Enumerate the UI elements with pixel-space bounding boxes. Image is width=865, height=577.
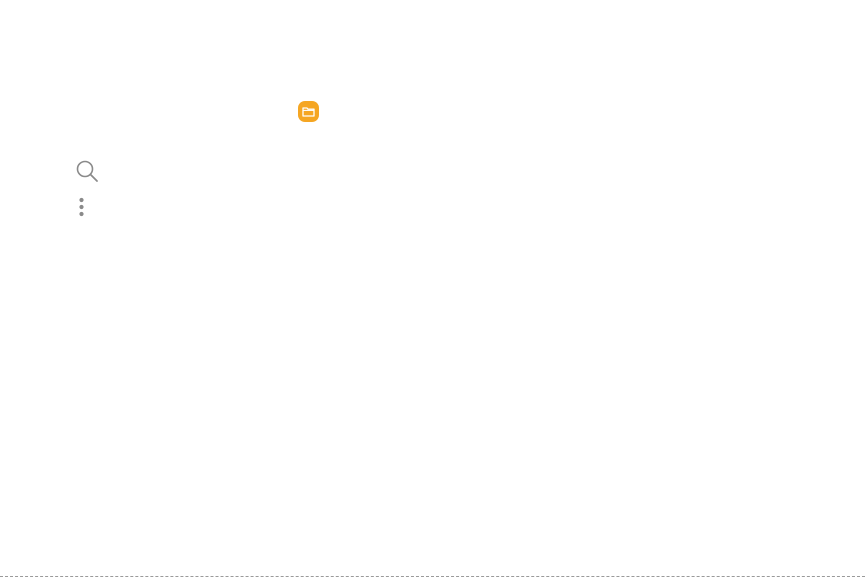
my-files-app-icon (298, 101, 319, 122)
search-button[interactable] (75, 159, 99, 183)
more-options-button[interactable] (75, 196, 89, 218)
folder-icon (302, 107, 315, 117)
more-options-icon (79, 197, 84, 217)
search-icon (76, 160, 98, 182)
